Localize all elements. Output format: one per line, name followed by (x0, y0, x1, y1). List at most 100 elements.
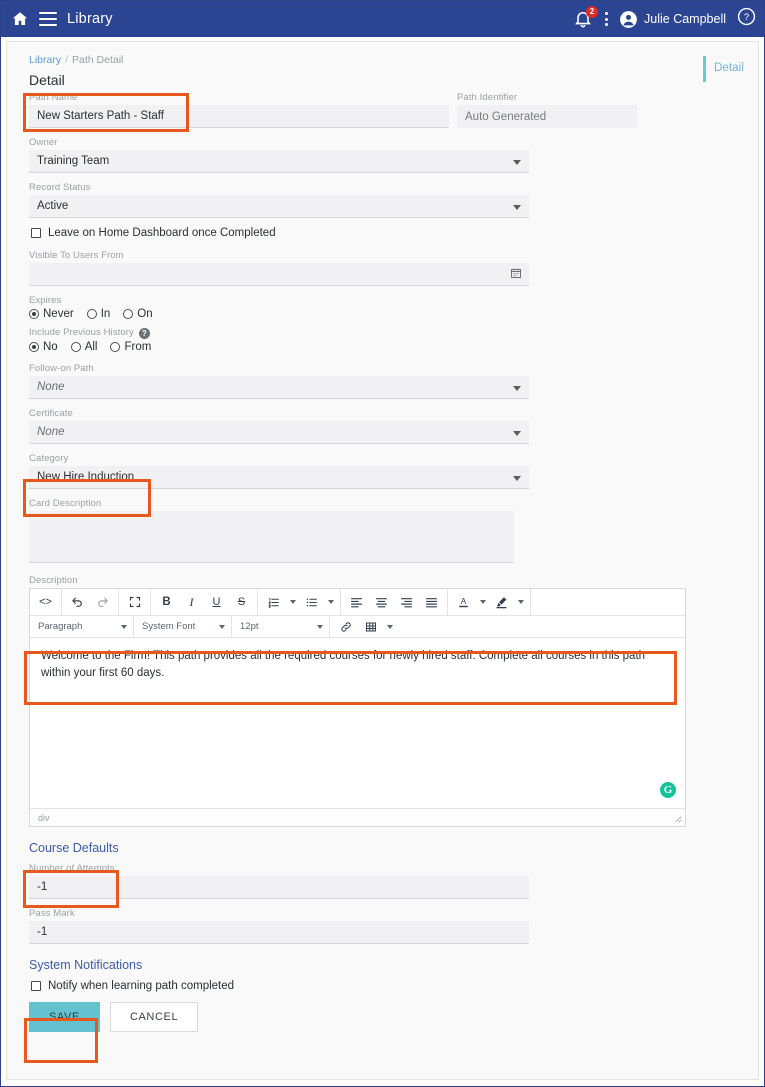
block-format-select[interactable]: Paragraph (30, 616, 134, 637)
expires-option-on-label: On (137, 308, 152, 320)
course-defaults-heading: Course Defaults (29, 841, 736, 855)
font-size-select[interactable]: 12pt (232, 616, 330, 637)
number-of-attempts-field: Number of Attempts -1 (29, 863, 529, 899)
align-right-icon[interactable] (394, 589, 419, 615)
leave-on-dashboard-label: Leave on Home Dashboard once Completed (48, 227, 276, 239)
radio-dot[interactable] (110, 342, 120, 352)
help-tooltip-icon[interactable]: ? (139, 328, 150, 339)
redo-icon[interactable] (90, 589, 115, 615)
save-button[interactable]: SAVE (29, 1002, 100, 1032)
ordered-list-icon[interactable] (261, 589, 286, 615)
source-code-icon[interactable]: <> (33, 589, 58, 615)
name-identifier-row: Path Name New Starters Path - Staff Path… (29, 92, 736, 137)
description-text[interactable]: Welcome to the Firm! This path provides … (41, 648, 674, 683)
block-format-value: Paragraph (38, 621, 82, 632)
align-left-icon[interactable] (344, 589, 369, 615)
owner-select[interactable]: Training Team (29, 150, 529, 173)
tab-detail[interactable]: Detail (703, 56, 744, 82)
notification-count-badge: 2 (586, 6, 598, 18)
card-description-textarea[interactable] (29, 511, 514, 563)
calendar-icon[interactable] (510, 266, 522, 284)
page-body: Library/Path Detail Detail Detail Path N… (1, 37, 764, 1086)
text-color-chevron-icon[interactable] (476, 589, 489, 615)
bold-icon[interactable]: B (154, 589, 179, 615)
radio-dot-selected[interactable] (29, 309, 39, 319)
expires-option-never[interactable]: Never (29, 308, 74, 320)
more-options-icon[interactable] (604, 12, 608, 26)
cancel-button[interactable]: CANCEL (110, 1002, 198, 1032)
help-icon[interactable]: ? (737, 7, 756, 31)
breadcrumb-separator: / (65, 54, 68, 66)
description-editor-body[interactable]: Welcome to the Firm! This path provides … (30, 638, 685, 808)
expires-option-on[interactable]: On (123, 308, 152, 320)
editor-status-bar: div (30, 808, 685, 826)
editor-toolbar-row-1: <> (30, 589, 685, 616)
grammarly-icon[interactable]: G (660, 782, 676, 798)
history-option-no[interactable]: No (29, 341, 58, 353)
rich-text-editor: <> (29, 588, 686, 827)
path-name-input[interactable]: New Starters Path - Staff (29, 105, 449, 128)
insert-table-chevron-icon[interactable] (383, 616, 396, 637)
svg-text:A: A (461, 597, 467, 606)
description-label: Description (29, 575, 736, 586)
editor-element-path: div (38, 813, 50, 823)
fullscreen-icon[interactable] (122, 589, 147, 615)
insert-link-icon[interactable] (333, 616, 358, 637)
expires-radio-group: Never In On (29, 308, 736, 320)
certificate-field: Certificate None (29, 408, 529, 444)
leave-on-dashboard-checkbox[interactable] (31, 228, 41, 238)
unordered-list-chevron-icon[interactable] (324, 589, 337, 615)
category-select[interactable]: New Hire Induction (29, 466, 529, 489)
visible-from-input[interactable] (29, 263, 529, 286)
path-name-field: Path Name New Starters Path - Staff (29, 92, 449, 128)
certificate-select[interactable]: None (29, 421, 529, 444)
ordered-list-chevron-icon[interactable] (286, 589, 299, 615)
history-option-from[interactable]: From (110, 341, 151, 353)
insert-table-icon[interactable] (358, 616, 383, 637)
underline-icon[interactable]: U (204, 589, 229, 615)
breadcrumb-link-library[interactable]: Library (29, 54, 61, 66)
notify-completed-label: Notify when learning path completed (48, 980, 234, 992)
highlight-color-chevron-icon[interactable] (514, 589, 527, 615)
toolbar-group-history (62, 589, 119, 615)
strikethrough-icon[interactable]: S (229, 589, 254, 615)
align-center-icon[interactable] (369, 589, 394, 615)
path-identifier-label: Path Identifier (457, 92, 637, 103)
follow-on-path-select[interactable]: None (29, 376, 529, 399)
pass-mark-input[interactable]: -1 (29, 921, 529, 944)
expires-label: Expires (29, 295, 736, 306)
hamburger-menu-icon[interactable] (39, 12, 57, 26)
owner-field: Owner Training Team (29, 137, 529, 173)
record-status-label: Record Status (29, 182, 529, 193)
home-icon[interactable] (11, 10, 29, 28)
text-color-icon[interactable]: A (451, 589, 476, 615)
history-option-all[interactable]: All (71, 341, 98, 353)
radio-dot[interactable] (71, 342, 81, 352)
card-description-label: Card Description (29, 498, 736, 509)
notify-completed-checkbox[interactable] (31, 981, 41, 991)
number-of-attempts-input[interactable]: -1 (29, 876, 529, 899)
history-option-all-label: All (85, 341, 98, 353)
highlight-color-icon[interactable] (489, 589, 514, 615)
italic-icon[interactable]: I (179, 589, 204, 615)
expires-option-never-label: Never (43, 308, 74, 320)
editor-resize-handle[interactable] (673, 814, 682, 823)
radio-dot[interactable] (123, 309, 133, 319)
number-of-attempts-label: Number of Attempts (29, 863, 529, 874)
notify-completed-checkbox-row[interactable]: Notify when learning path completed (31, 980, 736, 992)
expires-option-in-label: In (101, 308, 111, 320)
align-justify-icon[interactable] (419, 589, 444, 615)
radio-dot-selected[interactable] (29, 342, 39, 352)
radio-dot[interactable] (87, 309, 97, 319)
toolbar-group-fullscreen (119, 589, 151, 615)
expires-option-in[interactable]: In (87, 308, 111, 320)
leave-on-dashboard-checkbox-row[interactable]: Leave on Home Dashboard once Completed (31, 227, 736, 239)
undo-icon[interactable] (65, 589, 90, 615)
user-menu[interactable]: Julie Campbell (619, 10, 726, 29)
unordered-list-icon[interactable] (299, 589, 324, 615)
app-title: Library (67, 11, 113, 27)
record-status-select[interactable]: Active (29, 195, 529, 218)
notification-bell-icon[interactable]: 2 (573, 8, 593, 30)
font-family-select[interactable]: System Font (134, 616, 232, 637)
toolbar-group-insert (330, 616, 399, 637)
